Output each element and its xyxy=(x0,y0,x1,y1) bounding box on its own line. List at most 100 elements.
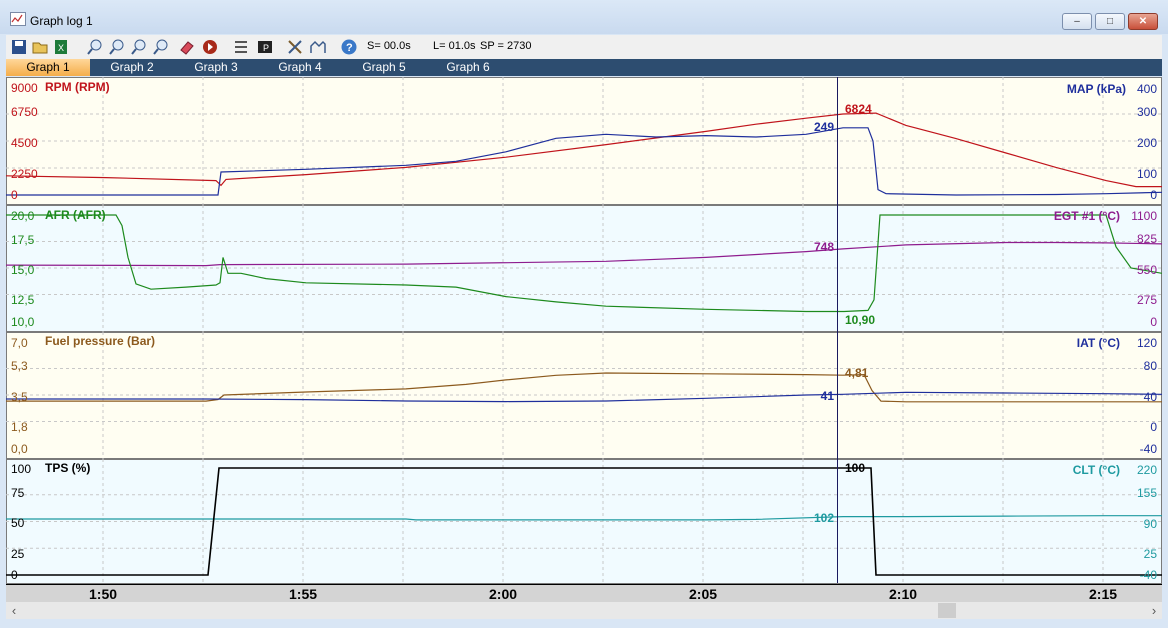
close-button[interactable]: ✕ xyxy=(1128,13,1158,30)
zoom-fit-icon[interactable] xyxy=(130,38,148,56)
tab-graph-4[interactable]: Graph 4 xyxy=(258,59,342,76)
svg-text:X: X xyxy=(58,43,64,53)
clt-tick-90: 90 xyxy=(1143,517,1157,531)
tab-graph-5[interactable]: Graph 5 xyxy=(342,59,426,76)
scroll-left-icon[interactable]: ‹ xyxy=(6,602,22,619)
excel-icon[interactable]: X xyxy=(52,38,70,56)
clt-tick-neg40: -40 xyxy=(1139,568,1157,582)
compare-icon[interactable] xyxy=(309,38,327,56)
save-icon[interactable] xyxy=(10,38,28,56)
iat-tick-120: 120 xyxy=(1136,336,1157,350)
record-icon[interactable] xyxy=(201,38,219,56)
iat-tick-0: 0 xyxy=(1150,420,1157,434)
map-tick-300: 300 xyxy=(1136,105,1157,119)
svg-text:?: ? xyxy=(346,42,353,54)
egt-cursor-value: 748 xyxy=(813,240,834,254)
egt-series-line xyxy=(5,241,1163,267)
tab-graph-6[interactable]: Graph 6 xyxy=(426,59,510,76)
open-icon[interactable] xyxy=(31,38,49,56)
zoom-out-icon[interactable] xyxy=(108,38,126,56)
map-cursor-value: 249 xyxy=(813,120,834,134)
graph-panel-afr-egt[interactable]: 20,0 17,5 15,0 12,5 10,0 AFR (AFR) EGT #… xyxy=(5,205,1163,332)
afr-tick-12-5: 12,5 xyxy=(11,293,35,307)
map-label: MAP (kPa) xyxy=(1066,82,1126,96)
parameters-icon[interactable]: P xyxy=(256,38,274,56)
tab-graph-2[interactable]: Graph 2 xyxy=(90,59,174,76)
time-label-1-55: 1:55 xyxy=(289,586,318,602)
clt-tick-155: 155 xyxy=(1136,486,1157,500)
tab-graph-1[interactable]: Graph 1 xyxy=(6,59,90,76)
egt-tick-0: 0 xyxy=(1150,315,1157,329)
afr-series-line xyxy=(6,214,1163,313)
minimize-icon: – xyxy=(1074,16,1080,27)
time-label-2-00: 2:00 xyxy=(489,586,518,602)
svg-text:P: P xyxy=(263,43,269,53)
tab-graph-3[interactable]: Graph 3 xyxy=(174,59,258,76)
length-readout: L= 01.0s xyxy=(433,40,476,52)
iat-tick-neg40: -40 xyxy=(1139,442,1157,456)
tps-tick-75: 75 xyxy=(11,486,25,500)
rpm-cursor-value: 6824 xyxy=(845,102,872,116)
iat-tick-80: 80 xyxy=(1143,359,1157,373)
fuel-tick-5-3: 5,3 xyxy=(11,359,28,373)
afr-cursor-value: 10,90 xyxy=(845,313,876,327)
horizontal-scrollbar[interactable]: ‹ › xyxy=(6,602,1162,619)
zoom-in-icon[interactable] xyxy=(86,38,104,56)
graph-panel-tps-clt[interactable]: 100 75 50 25 0 TPS (%) CLT (°C) 220 155 … xyxy=(6,459,1162,584)
rpm-tick-6750: 6750 xyxy=(11,105,38,119)
fuel-tick-0: 0,0 xyxy=(11,442,28,456)
tps-cursor-value: 100 xyxy=(845,461,866,475)
toolbar: X P ? S= 00.0s L= 01.0s SP = 2730 xyxy=(6,35,1162,59)
time-label-2-10: 2:10 xyxy=(889,586,918,602)
fuel-tick-3-5: 3,5 xyxy=(11,390,28,404)
iat-tick-40: 40 xyxy=(1143,390,1157,404)
egt-tick-825: 825 xyxy=(1136,232,1157,246)
tools-icon[interactable] xyxy=(286,38,304,56)
tps-label: TPS (%) xyxy=(45,461,91,475)
tps-tick-0: 0 xyxy=(11,568,18,582)
time-cursor[interactable] xyxy=(837,77,838,583)
afr-tick-17-5: 17,5 xyxy=(11,233,35,247)
egt-tick-550: 550 xyxy=(1136,263,1157,277)
tps-tick-25: 25 xyxy=(11,547,25,561)
graph-panel-rpm-map[interactable]: 9000 6750 4500 2250 0 RPM (RPM) MAP (kPa… xyxy=(5,77,1163,205)
egt-tick-1100: 1100 xyxy=(1131,209,1157,223)
clt-cursor-value: 102 xyxy=(813,511,834,525)
scroll-thumb[interactable] xyxy=(938,603,956,618)
map-series-line xyxy=(6,127,1163,196)
sample-readout: SP = 2730 xyxy=(480,40,532,52)
iat-label: IAT (°C) xyxy=(1076,336,1120,350)
afr-tick-10: 10,0 xyxy=(11,315,35,329)
zoom-x-icon[interactable] xyxy=(152,38,170,56)
rpm-series-line xyxy=(5,112,1162,188)
selection-readout: S= 00.0s xyxy=(367,40,411,52)
graph-panel-fuel-iat[interactable]: 7,0 5,3 3,5 1,8 0,0 Fuel pressure (Bar) … xyxy=(6,332,1163,459)
list-icon[interactable] xyxy=(232,38,250,56)
minimize-button[interactable]: – xyxy=(1062,13,1092,30)
close-icon: ✕ xyxy=(1138,16,1148,27)
clt-label: CLT (°C) xyxy=(1072,463,1120,477)
clt-tick-220: 220 xyxy=(1136,463,1157,477)
scroll-right-icon[interactable]: › xyxy=(1146,602,1162,619)
rpm-tick-2250: 2250 xyxy=(11,167,38,181)
clt-series-line xyxy=(6,515,1162,521)
tps-clt-plot xyxy=(6,459,1162,584)
time-label-1-50: 1:50 xyxy=(89,586,118,602)
egt-tick-275: 275 xyxy=(1136,293,1157,307)
afr-tick-20: 20,0 xyxy=(11,209,35,223)
egt-label: EGT #1 (°C) xyxy=(1053,209,1120,223)
fuel-cursor-value: 4,81 xyxy=(845,366,869,380)
rpm-label: RPM (RPM) xyxy=(45,80,110,94)
time-label-2-05: 2:05 xyxy=(689,586,718,602)
iat-series-line xyxy=(6,391,1163,403)
map-tick-200: 200 xyxy=(1136,136,1157,150)
maximize-icon: □ xyxy=(1106,16,1114,27)
rpm-map-plot xyxy=(5,77,1163,205)
map-tick-100: 100 xyxy=(1136,167,1157,181)
eraser-icon[interactable] xyxy=(178,38,196,56)
afr-egt-plot xyxy=(5,205,1163,332)
help-icon[interactable]: ? xyxy=(340,38,358,56)
fuel-series-line xyxy=(6,372,1162,403)
title-bar[interactable]: Graph log 1 – □ ✕ xyxy=(0,0,1168,34)
maximize-button[interactable]: □ xyxy=(1095,13,1125,30)
